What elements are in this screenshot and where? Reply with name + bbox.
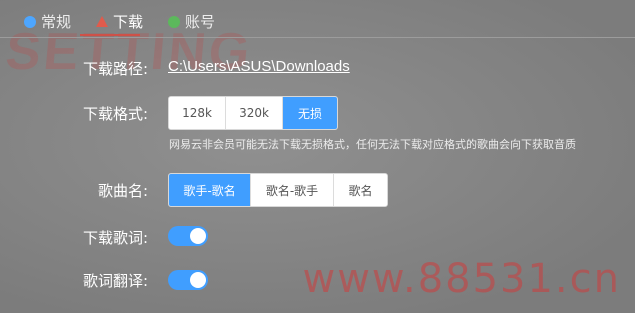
tab-download[interactable]: 下载 <box>96 11 143 32</box>
format-option-128k[interactable]: 128k <box>169 97 226 129</box>
format-option-lossless[interactable]: 无损 <box>283 97 337 129</box>
download-lyrics-toggle[interactable] <box>168 226 208 246</box>
circle-icon <box>168 15 180 28</box>
tab-general-label: 常规 <box>41 13 72 31</box>
toggle-knob <box>190 272 206 288</box>
site-watermark: www.88531.cn <box>302 256 621 302</box>
tab-account-label: 账号 <box>185 13 216 31</box>
download-path-link[interactable]: C:\Users\ASUS\Downloads <box>168 58 350 75</box>
circle-icon <box>24 15 36 28</box>
lyrics-translate-toggle[interactable] <box>168 270 208 290</box>
format-hint-text: 网易云非会员可能无法下载无损格式，任何无法下载对应格式的歌曲会向下获取音质 <box>169 138 576 151</box>
download-path-label: 下载路径: <box>82 60 148 78</box>
songname-option-artist-title[interactable]: 歌手-歌名 <box>169 174 251 206</box>
format-option-320k[interactable]: 320k <box>226 97 283 129</box>
songname-option-title-artist[interactable]: 歌名-歌手 <box>251 174 334 206</box>
download-format-label: 下载格式: <box>82 105 148 123</box>
tab-account[interactable]: 账号 <box>168 11 215 32</box>
tab-download-label: 下载 <box>113 13 144 31</box>
active-tab-indicator <box>80 34 140 36</box>
tab-general[interactable]: 常规 <box>24 11 71 32</box>
tab-divider <box>0 37 635 38</box>
settings-tab-bar: 常规 下载 账号 <box>0 0 635 38</box>
toggle-knob <box>190 228 206 244</box>
song-name-label: 歌曲名: <box>97 182 148 200</box>
songname-option-title[interactable]: 歌名 <box>334 174 387 206</box>
lyrics-translate-label: 歌词翻译: <box>82 272 148 290</box>
triangle-icon <box>96 16 108 27</box>
download-lyrics-label: 下载歌词: <box>82 229 148 247</box>
download-format-selector: 128k 320k 无损 <box>168 96 338 130</box>
song-name-format-selector: 歌手-歌名 歌名-歌手 歌名 <box>168 173 388 207</box>
